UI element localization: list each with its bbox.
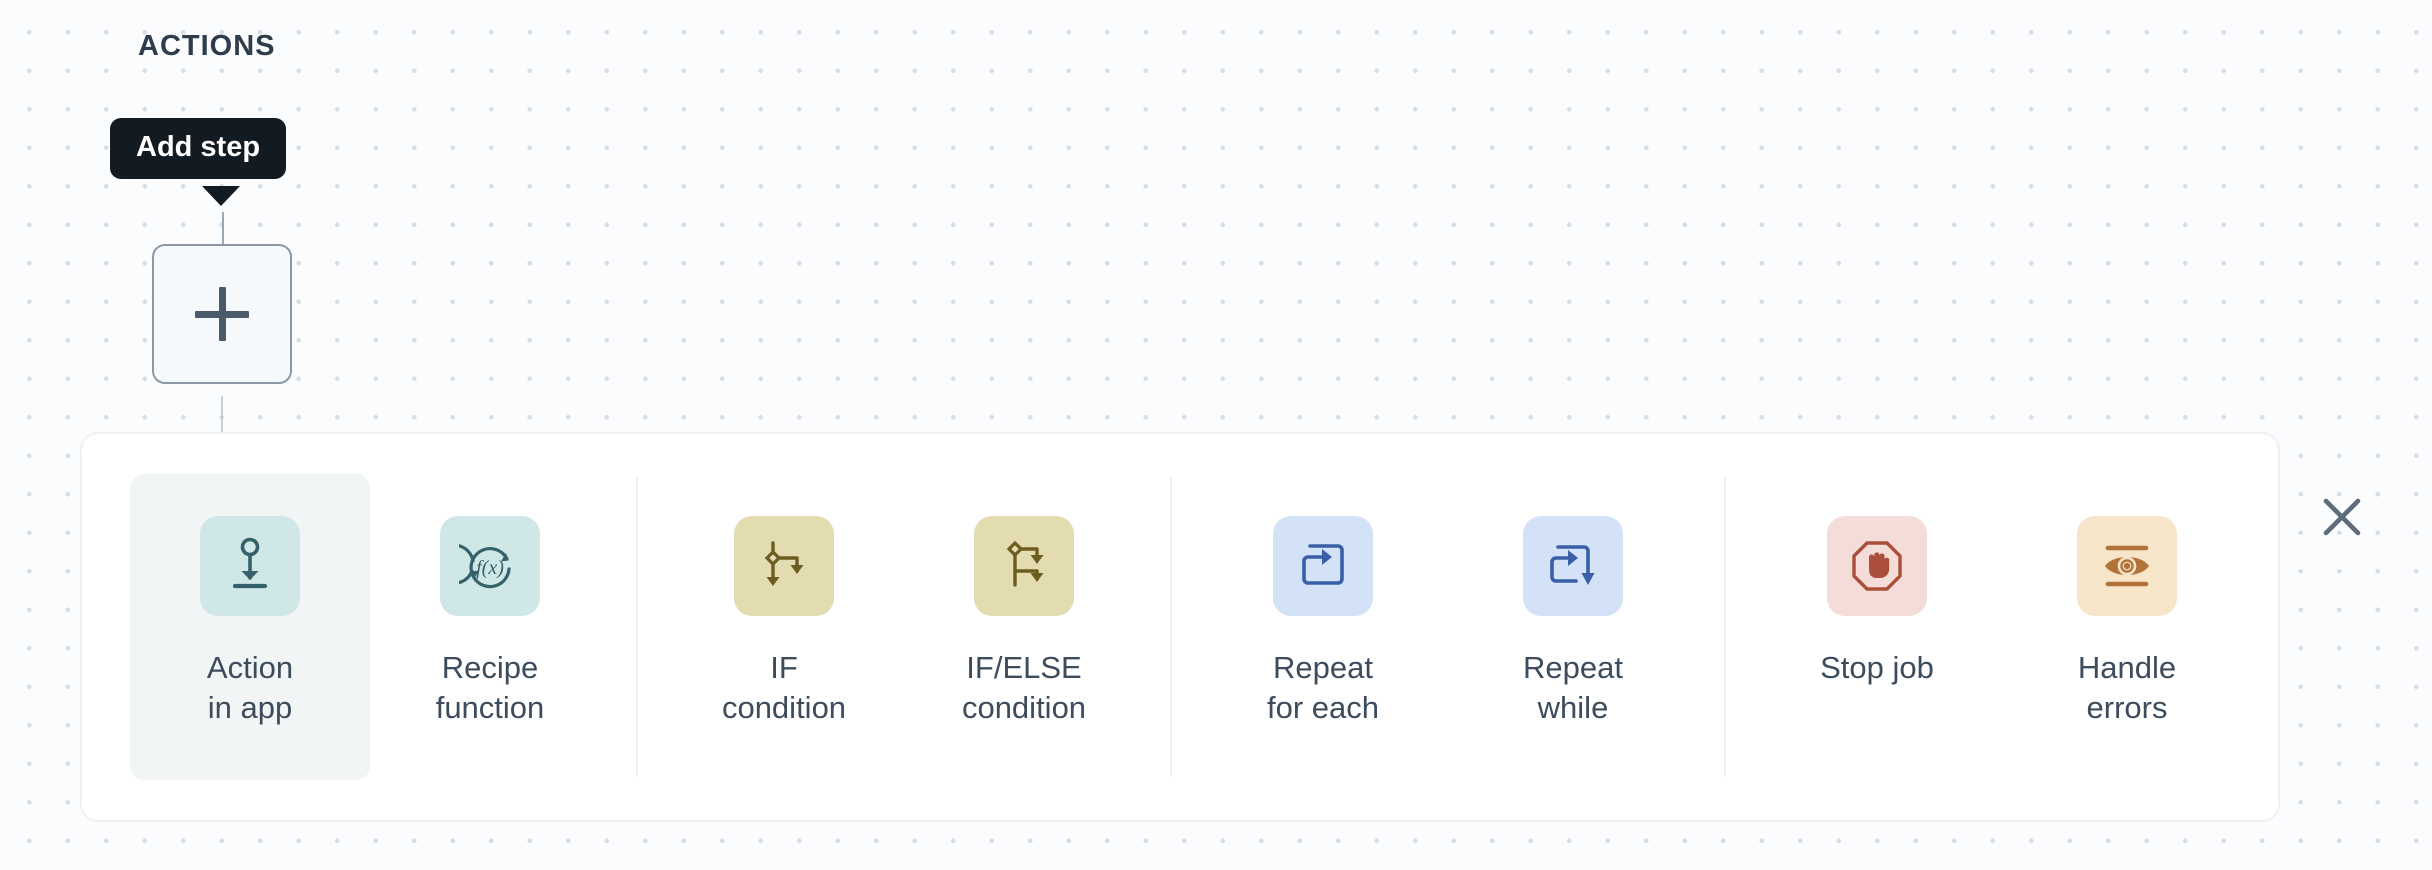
group-divider	[636, 477, 638, 777]
group-control: Stop job Handle errors	[1752, 434, 2252, 820]
step-option-handle-errors[interactable]: Handle errors	[2002, 474, 2252, 780]
group-divider	[1724, 477, 1726, 777]
plus-icon	[195, 287, 249, 341]
tooltip-arrow-icon	[202, 186, 240, 206]
close-panel-button[interactable]	[2312, 487, 2372, 547]
group-app-actions: Action in app f(x) Recipe function	[104, 434, 610, 820]
connector-tooltip-to-button	[222, 212, 224, 248]
step-option-label: Repeat while	[1523, 650, 1623, 725]
step-option-stop-job[interactable]: Stop job	[1752, 474, 2002, 780]
download-to-line-icon	[200, 516, 300, 616]
group-divider	[1170, 477, 1172, 777]
step-option-label: IF condition	[721, 650, 847, 725]
eye-monitor-icon	[2077, 516, 2177, 616]
step-type-picker-panel: Action in app f(x) Recipe function IF co…	[80, 432, 2280, 822]
step-option-action-in-app[interactable]: Action in app	[130, 474, 370, 780]
step-option-label: Action in app	[206, 650, 294, 725]
connector-button-to-panel	[221, 396, 223, 432]
loop-while-arrow-icon	[1523, 516, 1623, 616]
step-option-repeat-while[interactable]: Repeat while	[1448, 474, 1698, 780]
if-branch-icon	[734, 516, 834, 616]
step-option-label: Recipe function	[435, 650, 545, 725]
add-step-tooltip: Add step	[110, 118, 287, 206]
step-option-label: IF/ELSE condition	[961, 650, 1087, 725]
page-title: ACTIONS	[138, 30, 276, 62]
step-option-recipe-function[interactable]: f(x) Recipe function	[370, 474, 610, 780]
group-loops: Repeat for each Repeat while	[1198, 434, 1698, 820]
step-option-label: Repeat for each	[1266, 650, 1379, 725]
loop-arrow-icon	[1273, 516, 1373, 616]
close-icon	[2323, 498, 2361, 536]
step-option-label: Stop job	[1820, 650, 1934, 685]
add-step-button[interactable]	[152, 244, 292, 384]
function-loop-icon: f(x)	[440, 516, 540, 616]
group-conditions: IF condition IF/ELSE condition	[664, 434, 1144, 820]
stop-hand-icon	[1827, 516, 1927, 616]
add-step-tooltip-text: Add step	[110, 118, 287, 179]
step-option-label: Handle errors	[2077, 650, 2177, 725]
if-else-branch-icon	[974, 516, 1074, 616]
step-option-repeat-for-each[interactable]: Repeat for each	[1198, 474, 1448, 780]
step-option-if-condition[interactable]: IF condition	[664, 474, 904, 780]
step-option-if-else-condition[interactable]: IF/ELSE condition	[904, 474, 1144, 780]
svg-text:f(x): f(x)	[476, 557, 504, 579]
